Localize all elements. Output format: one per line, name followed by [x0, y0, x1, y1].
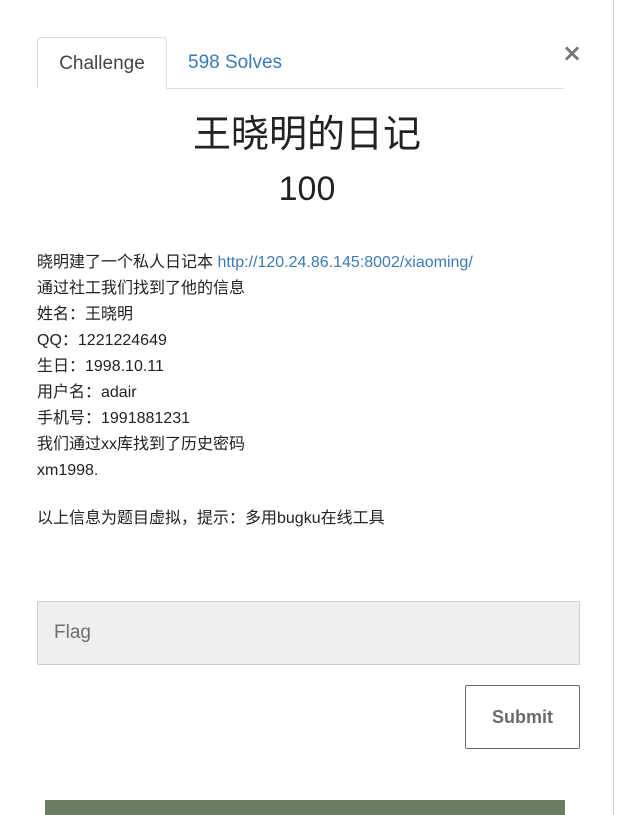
description-line: 手机号：1991881231	[37, 410, 190, 427]
close-icon[interactable]: ×	[561, 40, 583, 66]
challenge-description: 晓明建了一个私人日记本 http://120.24.86.145:8002/xi…	[37, 250, 582, 484]
description-line: xm1998.	[37, 462, 99, 479]
description-intro-line: 晓明建了一个私人日记本 http://120.24.86.145:8002/xi…	[37, 250, 582, 276]
description-line: 通过社工我们找到了他的信息	[37, 280, 246, 297]
description-line: QQ：1221224649	[37, 332, 167, 349]
description-line: 我们通过xx库找到了历史密码	[37, 436, 246, 453]
background-page-strip	[45, 800, 565, 815]
tab-bar: Challenge 598 Solves	[37, 37, 564, 89]
challenge-points: 100	[278, 170, 336, 208]
challenge-hint: 以上信息为题目虚拟，提示：多用bugku在线工具	[37, 510, 385, 527]
description-line: 用户名：adair	[37, 384, 137, 401]
description-line: 生日：1998.10.11	[37, 358, 164, 375]
tab-solves[interactable]: 598 Solves	[188, 37, 282, 89]
submit-button[interactable]: Submit	[465, 685, 580, 749]
tab-challenge[interactable]: Challenge	[37, 37, 167, 89]
challenge-title: 王晓明的日记	[192, 112, 421, 156]
description-line: 姓名：王晓明	[37, 306, 134, 323]
challenge-link[interactable]: http://120.24.86.145:8002/xiaoming/	[217, 254, 472, 271]
flag-input[interactable]	[37, 601, 580, 665]
description-intro: 晓明建了一个私人日记本	[37, 254, 218, 271]
challenge-modal: Challenge 598 Solves × 王晓明的日记 100 晓明建了一个…	[0, 0, 614, 815]
